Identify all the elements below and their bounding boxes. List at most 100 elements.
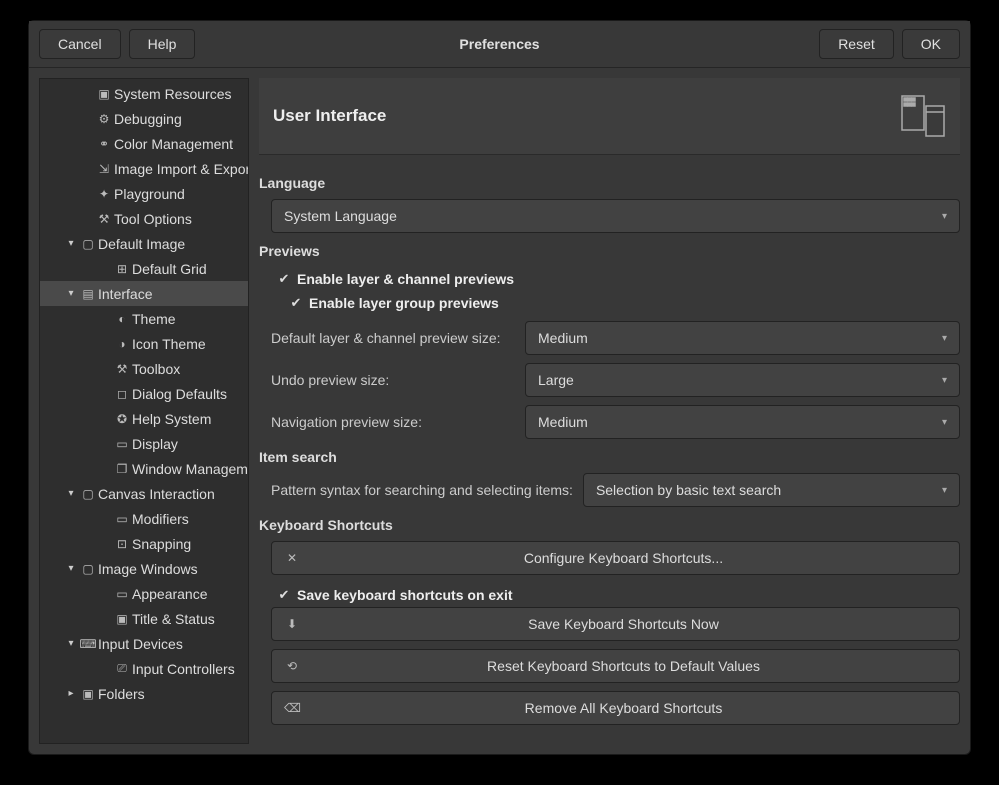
expander-open-icon[interactable]: ▾ bbox=[64, 238, 78, 249]
window-icon: ❐ bbox=[114, 461, 130, 477]
default-preview-size-select[interactable]: Medium ▾ bbox=[525, 321, 960, 355]
dropdown-arrow-icon: ▾ bbox=[942, 333, 947, 344]
enable-layer-channel-previews-label[interactable]: Enable layer & channel previews bbox=[297, 271, 514, 287]
content-pane: User Interface Language Syst bbox=[259, 78, 960, 744]
save-shortcuts-on-exit-label[interactable]: Save keyboard shortcuts on exit bbox=[297, 587, 513, 603]
undo-preview-size-select[interactable]: Large ▾ bbox=[525, 363, 960, 397]
sidebar-item-label: Default Image bbox=[98, 236, 185, 252]
sidebar-item-label: Theme bbox=[132, 311, 176, 327]
sidebar-item-label: Input Controllers bbox=[132, 661, 235, 677]
sidebar-item-label: Tool Options bbox=[114, 211, 192, 227]
theme-icon: ◐ bbox=[114, 311, 130, 327]
language-select[interactable]: System Language ▾ bbox=[271, 199, 960, 233]
sidebar-item-help-system[interactable]: ✪Help System bbox=[40, 406, 248, 431]
title-icon: ▣ bbox=[114, 611, 130, 627]
sidebar-item-default-grid[interactable]: ⊞Default Grid bbox=[40, 256, 248, 281]
sidebar-item-title-status[interactable]: ▣Title & Status bbox=[40, 606, 248, 631]
sidebar-item-tool-options[interactable]: ⚒Tool Options bbox=[40, 206, 248, 231]
expander-open-icon[interactable]: ▾ bbox=[64, 288, 78, 299]
sidebar-item-snapping[interactable]: ⊡Snapping bbox=[40, 531, 248, 556]
controllers-icon: ⎚ bbox=[114, 661, 130, 677]
sidebar-item-system-resources[interactable]: ▣System Resources bbox=[40, 81, 248, 106]
interface-header-icon bbox=[898, 92, 946, 140]
sidebar-item-interface[interactable]: ▾▤Interface bbox=[40, 281, 248, 306]
enable-layer-channel-previews-checkbox[interactable]: ✔ bbox=[277, 272, 291, 286]
sidebar-item-folders[interactable]: ▸▣Folders bbox=[40, 681, 248, 706]
sidebar-item-label: Dialog Defaults bbox=[132, 386, 227, 402]
dialog-header: Cancel Help Preferences Reset OK bbox=[29, 21, 970, 68]
folder-icon: ▣ bbox=[80, 686, 96, 702]
sidebar-item-icon-theme[interactable]: ◑Icon Theme bbox=[40, 331, 248, 356]
sidebar-item-label: Input Devices bbox=[98, 636, 183, 652]
sidebar-item-default-image[interactable]: ▾▢Default Image bbox=[40, 231, 248, 256]
reset-button[interactable]: Reset bbox=[819, 29, 894, 59]
sidebar-item-label: Color Management bbox=[114, 136, 233, 152]
expander-closed-icon[interactable]: ▸ bbox=[64, 688, 78, 699]
preferences-dialog: Cancel Help Preferences Reset OK ▣System… bbox=[28, 20, 971, 755]
sidebar-item-label: Snapping bbox=[132, 536, 191, 552]
configure-shortcuts-label: Configure Keyboard Shortcuts... bbox=[300, 550, 947, 566]
sidebar-item-input-devices[interactable]: ▾⌨Input Devices bbox=[40, 631, 248, 656]
sidebar-item-label: Icon Theme bbox=[132, 336, 206, 352]
dropdown-arrow-icon: ▾ bbox=[942, 417, 947, 428]
save-shortcuts-now-label: Save Keyboard Shortcuts Now bbox=[300, 616, 947, 632]
sidebar-item-theme[interactable]: ◐Theme bbox=[40, 306, 248, 331]
sidebar-item-label: Image Import & Export bbox=[114, 161, 249, 177]
nav-preview-size-label: Navigation preview size: bbox=[271, 414, 515, 430]
expander-open-icon[interactable]: ▾ bbox=[64, 488, 78, 499]
sidebar-item-appearance[interactable]: ▭Appearance bbox=[40, 581, 248, 606]
expander-open-icon[interactable]: ▾ bbox=[64, 563, 78, 574]
cancel-button[interactable]: Cancel bbox=[39, 29, 121, 59]
sidebar-item-image-windows[interactable]: ▾▢Image Windows bbox=[40, 556, 248, 581]
configure-shortcuts-button[interactable]: ✕ Configure Keyboard Shortcuts... bbox=[271, 541, 960, 575]
snap-icon: ⊡ bbox=[114, 536, 130, 552]
sidebar-item-image-import-export[interactable]: ⇲Image Import & Export bbox=[40, 156, 248, 181]
tool-icon: ⚒ bbox=[96, 211, 112, 227]
appearance-icon: ▭ bbox=[114, 586, 130, 602]
grid-icon: ⊞ bbox=[114, 261, 130, 277]
sidebar-item-label: Folders bbox=[98, 686, 145, 702]
enable-layer-group-previews-checkbox[interactable]: ✔ bbox=[289, 296, 303, 310]
sidebar-item-label: Modifiers bbox=[132, 511, 189, 527]
expander-open-icon[interactable]: ▾ bbox=[64, 638, 78, 649]
sidebar-item-label: Display bbox=[132, 436, 178, 452]
preferences-sidebar[interactable]: ▣System Resources⚙Debugging⚭Color Manage… bbox=[39, 78, 249, 744]
sidebar-item-modifiers[interactable]: ▭Modifiers bbox=[40, 506, 248, 531]
sidebar-item-label: Debugging bbox=[114, 111, 182, 127]
sidebar-item-toolbox[interactable]: ⚒Toolbox bbox=[40, 356, 248, 381]
sidebar-item-dialog-defaults[interactable]: ◻Dialog Defaults bbox=[40, 381, 248, 406]
pattern-syntax-select[interactable]: Selection by basic text search ▾ bbox=[583, 473, 960, 507]
ok-button[interactable]: OK bbox=[902, 29, 960, 59]
sidebar-item-playground[interactable]: ✦Playground bbox=[40, 181, 248, 206]
help-button[interactable]: Help bbox=[129, 29, 196, 59]
sidebar-item-window-management[interactable]: ❐Window Management bbox=[40, 456, 248, 481]
page-title: User Interface bbox=[273, 106, 386, 126]
content-body: Language System Language ▾ Previews ✔ En… bbox=[259, 155, 960, 744]
image-icon: ▢ bbox=[80, 236, 96, 252]
section-label-item-search: Item search bbox=[259, 449, 960, 465]
nav-preview-size-select[interactable]: Medium ▾ bbox=[525, 405, 960, 439]
sidebar-item-label: Toolbox bbox=[132, 361, 180, 377]
sidebar-item-canvas-interaction[interactable]: ▾▢Canvas Interaction bbox=[40, 481, 248, 506]
save-shortcuts-now-button[interactable]: ⬇ Save Keyboard Shortcuts Now bbox=[271, 607, 960, 641]
sidebar-item-display[interactable]: ▭Display bbox=[40, 431, 248, 456]
dialog-body: ▣System Resources⚙Debugging⚭Color Manage… bbox=[29, 68, 970, 754]
remove-shortcuts-button[interactable]: ⌫ Remove All Keyboard Shortcuts bbox=[271, 691, 960, 725]
enable-layer-group-previews-label[interactable]: Enable layer group previews bbox=[309, 295, 499, 311]
sidebar-item-debugging[interactable]: ⚙Debugging bbox=[40, 106, 248, 131]
sidebar-item-label: Canvas Interaction bbox=[98, 486, 215, 502]
sidebar-item-label: Help System bbox=[132, 411, 211, 427]
dialog-title: Preferences bbox=[459, 36, 539, 52]
sidebar-item-color-management[interactable]: ⚭Color Management bbox=[40, 131, 248, 156]
interface-icon: ▤ bbox=[80, 286, 96, 302]
default-preview-size-value: Medium bbox=[538, 330, 588, 346]
reset-shortcuts-label: Reset Keyboard Shortcuts to Default Valu… bbox=[300, 658, 947, 674]
content-header: User Interface bbox=[259, 78, 960, 155]
sidebar-item-input-controllers[interactable]: ⎚Input Controllers bbox=[40, 656, 248, 681]
save-shortcuts-on-exit-checkbox[interactable]: ✔ bbox=[277, 588, 291, 602]
undo-preview-size-label: Undo preview size: bbox=[271, 372, 515, 388]
default-preview-size-label: Default layer & channel preview size: bbox=[271, 330, 515, 346]
remove-shortcuts-label: Remove All Keyboard Shortcuts bbox=[300, 700, 947, 716]
dropdown-arrow-icon: ▾ bbox=[942, 375, 947, 386]
reset-shortcuts-button[interactable]: ⟲ Reset Keyboard Shortcuts to Default Va… bbox=[271, 649, 960, 683]
